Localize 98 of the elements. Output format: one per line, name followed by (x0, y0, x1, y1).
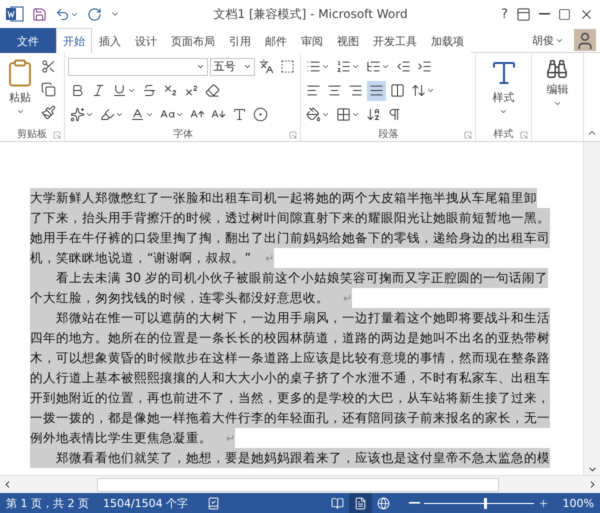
caret-icon (243, 62, 252, 71)
binoculars-icon (546, 58, 568, 80)
superscript-icon (184, 83, 200, 98)
justify-button[interactable] (367, 80, 386, 100)
caret-icon (175, 110, 184, 119)
caret-icon (16, 107, 24, 116)
vertical-scrollbar[interactable] (583, 142, 600, 475)
caret-icon (351, 110, 360, 119)
user-name[interactable]: 胡俊 (526, 28, 570, 52)
caret-icon (381, 62, 390, 71)
caret-icon (499, 107, 508, 116)
file-tab[interactable]: 文件 (0, 28, 56, 53)
caret-icon (321, 62, 330, 71)
maximize-button[interactable] (558, 8, 571, 20)
paste-button[interactable]: 粘贴 (3, 56, 37, 126)
web-layout-icon (376, 496, 390, 510)
minimize-button[interactable] (539, 13, 550, 15)
maximize-icon (558, 8, 571, 20)
show-marks-icon (387, 107, 402, 122)
character-border-icon (280, 59, 296, 74)
window-title: 文档1 [兼容模式] - Microsoft Word (212, 6, 409, 22)
scroll-thumb[interactable] (97, 478, 499, 492)
launcher-icon (520, 131, 528, 139)
caret-icon (85, 110, 94, 119)
undo-icon (55, 6, 70, 22)
subscript-icon (163, 83, 178, 98)
zoom-level[interactable]: 100% (562, 496, 594, 510)
undo-button[interactable] (55, 6, 79, 22)
caret-icon (127, 86, 136, 95)
bullets-icon (306, 59, 322, 74)
font-color-icon (130, 107, 146, 122)
group-label: 字体 (172, 128, 193, 140)
scissors-icon (41, 58, 56, 74)
align-center-icon (327, 83, 342, 98)
ribbon-display-button[interactable] (516, 6, 531, 22)
text-effects-icon (70, 107, 86, 122)
enclose-character-icon (253, 107, 268, 122)
copy-icon (41, 82, 56, 96)
justify-icon (369, 83, 384, 98)
launcher-icon (464, 131, 472, 139)
font-name-field[interactable] (68, 58, 208, 76)
styles-button[interactable]: 样式 (486, 56, 521, 126)
avatar[interactable] (574, 29, 596, 51)
borders-icon (336, 107, 352, 122)
phonetic-guide-icon (259, 59, 274, 74)
caret-icon (115, 110, 124, 119)
dialog-launcher[interactable] (289, 131, 298, 139)
caret-icon (351, 62, 360, 71)
distribute-icon (390, 83, 406, 98)
italic-icon (91, 83, 106, 98)
horizontal-scrollbar[interactable] (0, 475, 600, 493)
caret-icon (552, 99, 562, 108)
zoom-thumb[interactable] (484, 498, 488, 508)
sort-icon (366, 107, 382, 122)
page-count[interactable]: 第 1 页，共 2 页 (6, 496, 89, 510)
minimize-icon (539, 13, 550, 15)
dialog-launcher[interactable] (464, 131, 472, 139)
group-label: 样式 (494, 128, 514, 140)
decrease-indent-icon (396, 59, 412, 74)
numbering-icon (336, 59, 352, 74)
ribbon-tab[interactable]: 开始 (56, 28, 92, 53)
strikethrough-icon (142, 83, 158, 98)
print-layout-button[interactable] (348, 493, 372, 513)
editing-button[interactable]: 编辑 (544, 56, 570, 126)
shading-icon (306, 107, 322, 122)
launcher-icon (53, 131, 62, 139)
caret-icon (196, 62, 206, 71)
caret-icon (426, 86, 436, 95)
eraser-icon (205, 83, 220, 98)
increase-indent-icon (417, 59, 432, 74)
ribbon-display-icon (516, 6, 531, 22)
font-size-field[interactable]: 五号 (210, 58, 256, 76)
save-icon (32, 6, 47, 22)
redo-button[interactable] (87, 6, 102, 22)
redo-icon (87, 6, 102, 22)
launcher-icon (289, 131, 298, 139)
word-count[interactable]: 1504/1504 个字 (102, 496, 188, 510)
save-button[interactable] (32, 6, 47, 22)
caret-icon (145, 110, 154, 119)
align-left-icon (306, 83, 322, 98)
character-shading-icon (232, 107, 248, 122)
line-spacing-icon (411, 83, 426, 98)
zoom-in-icon (538, 498, 549, 508)
proofing-icon (207, 496, 220, 510)
word-logo-icon[interactable] (6, 6, 24, 22)
multilevel-list-icon (366, 59, 382, 74)
dialog-launcher[interactable] (53, 131, 62, 139)
group-label: 段落 (378, 128, 398, 140)
format-painter-icon (41, 104, 56, 120)
help-button[interactable]: ? (501, 6, 508, 22)
align-right-icon (348, 83, 364, 98)
dialog-launcher[interactable] (520, 131, 528, 139)
print-layout-icon (354, 496, 367, 510)
caret-icon (321, 110, 330, 119)
highlighter-icon (100, 107, 116, 122)
underline-icon (112, 83, 128, 98)
group-label: 剪贴板 (17, 128, 48, 140)
read-mode-icon (330, 496, 344, 510)
